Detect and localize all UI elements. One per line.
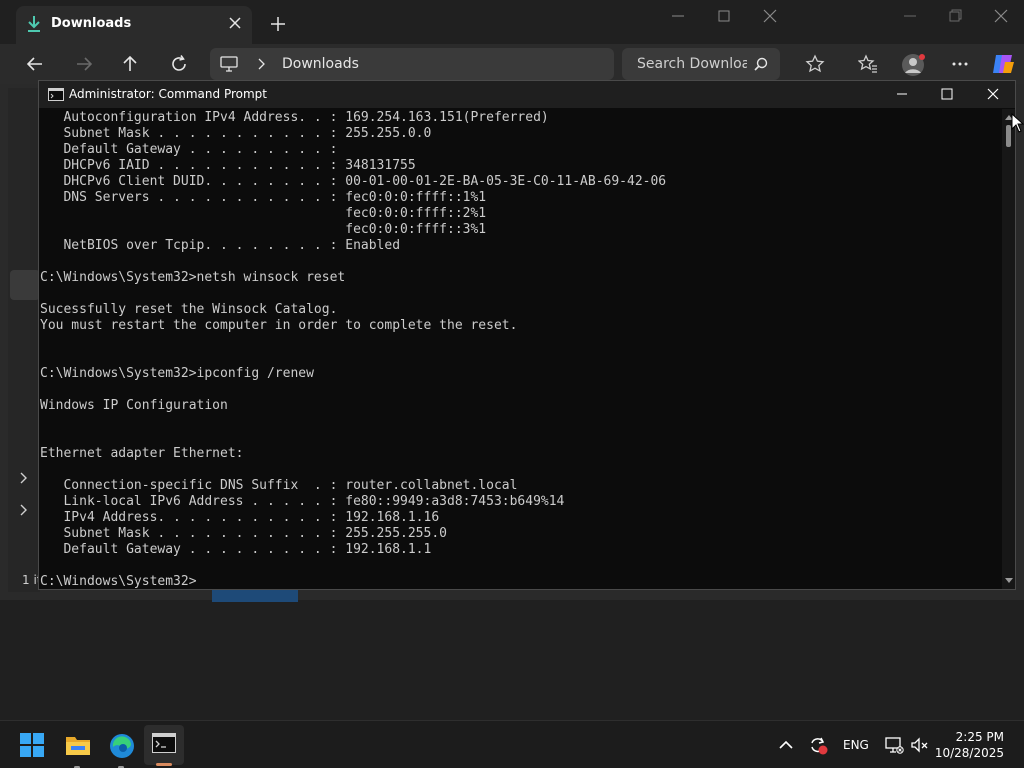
search-input[interactable]: Search Downloads <box>622 48 780 80</box>
desktop-background <box>0 600 1024 720</box>
breadcrumb[interactable]: Downloads <box>282 56 359 72</box>
console-line: DHCPv6 IAID . . . . . . . . . . . : 3481… <box>40 158 416 173</box>
edge-logo-icon <box>110 734 134 758</box>
navigation-pane <box>8 88 40 592</box>
console-line: Default Gateway . . . . . . . . . : <box>40 142 338 157</box>
refresh-icon[interactable] <box>169 54 189 74</box>
console-line: fec0:0:0:ffff::2%1 <box>40 206 487 221</box>
back-arrow-icon[interactable] <box>25 54 45 74</box>
computer-icon <box>220 56 238 72</box>
edge-browser-app[interactable] <box>101 725 141 768</box>
clock-date[interactable]: 10/28/2025 <box>930 746 1004 760</box>
close-icon[interactable] <box>985 86 1001 102</box>
mouse-pointer-icon <box>1011 112 1024 133</box>
console-line: Subnet Mask . . . . . . . . . . . : 255.… <box>40 526 447 541</box>
console-line: C:\Windows\System32>netsh winsock reset <box>40 270 346 285</box>
folder-icon <box>66 737 90 755</box>
command-prompt-app[interactable] <box>144 725 184 766</box>
window-title: Administrator: Command Prompt <box>69 87 267 101</box>
console-line: IPv4 Address. . . . . . . . . . . : 192.… <box>40 510 440 525</box>
close-icon[interactable] <box>226 14 244 32</box>
clock-time[interactable]: 2:25 PM <box>938 730 1004 744</box>
more-options-icon[interactable] <box>950 54 970 74</box>
address-bar[interactable]: Downloads <box>210 48 614 80</box>
console-output[interactable]: Autoconfiguration IPv4 Address. . : 169.… <box>39 109 1001 589</box>
terminal-icon <box>152 733 176 753</box>
console-line: Default Gateway . . . . . . . . . : 192.… <box>40 542 432 557</box>
chevron-right-icon[interactable] <box>18 503 30 517</box>
console-line: C:\Windows\System32>ipconfig /renew <box>40 366 314 381</box>
tab-bar: Downloads <box>0 0 1024 44</box>
chevron-right-icon[interactable] <box>256 57 266 71</box>
input-language[interactable]: ENG <box>843 738 869 752</box>
cmd-app-icon <box>48 88 64 101</box>
search-placeholder: Search Downloads <box>637 56 747 72</box>
sync-alert-icon[interactable] <box>808 735 828 755</box>
console-line: Windows IP Configuration <box>40 398 228 413</box>
console-text: Autoconfiguration IPv4 Address. . : 169.… <box>40 110 666 589</box>
chevron-up-icon[interactable] <box>776 735 796 755</box>
vertical-scrollbar[interactable] <box>1002 109 1015 589</box>
console-line: C:\Windows\System32> <box>40 574 197 589</box>
console-line: Ethernet adapter Ethernet: <box>40 446 244 461</box>
new-tab-button[interactable] <box>268 14 288 34</box>
console-line: fec0:0:0:ffff::3%1 <box>40 222 487 237</box>
maximize-icon[interactable] <box>939 86 955 102</box>
console-line: Link-local IPv6 Address . . . . . : fe80… <box>40 494 565 509</box>
up-arrow-icon[interactable] <box>120 54 140 74</box>
explorer-toolbar: Downloads Search Downloads <box>0 44 1024 84</box>
console-line: DNS Servers . . . . . . . . . . . : fec0… <box>40 190 487 205</box>
console-line: Connection-specific DNS Suffix . : route… <box>40 478 518 493</box>
selected-file-highlight[interactable] <box>212 590 298 602</box>
tab-downloads[interactable]: Downloads <box>16 6 252 44</box>
console-line: DHCPv6 Client DUID. . . . . . . . : 00-0… <box>40 174 667 189</box>
download-icon <box>28 16 40 32</box>
close-icon[interactable] <box>760 8 780 24</box>
minimize-icon[interactable] <box>668 8 688 24</box>
search-icon[interactable] <box>754 57 768 71</box>
scroll-down-arrow-icon[interactable] <box>1004 577 1014 585</box>
start-button[interactable] <box>12 725 52 765</box>
close-icon[interactable] <box>991 8 1011 24</box>
console-line: Autoconfiguration IPv4 Address. . : 169.… <box>40 110 549 125</box>
tab-title: Downloads <box>51 16 132 31</box>
active-indicator <box>156 763 172 766</box>
command-prompt-window[interactable]: Administrator: Command Prompt Autoconfig… <box>38 80 1016 590</box>
minimize-icon[interactable] <box>894 86 910 102</box>
profile-avatar-icon[interactable] <box>901 52 927 78</box>
favorite-star-icon[interactable] <box>805 54 825 74</box>
restore-icon[interactable] <box>945 8 965 24</box>
chevron-right-icon[interactable] <box>18 471 30 485</box>
maximize-icon[interactable] <box>714 8 734 24</box>
console-line: You must restart the computer in order t… <box>40 318 518 333</box>
console-line: Sucessfully reset the Winsock Catalog. <box>40 302 338 317</box>
volume-muted-icon[interactable] <box>909 735 929 755</box>
nav-item-selected[interactable] <box>10 270 40 300</box>
windows-logo-icon <box>20 733 44 757</box>
minimize-icon[interactable] <box>900 8 920 24</box>
console-line: Subnet Mask . . . . . . . . . . . : 255.… <box>40 126 432 141</box>
console-line: NetBIOS over Tcpip. . . . . . . . : Enab… <box>40 238 401 253</box>
file-explorer-app[interactable] <box>57 725 97 768</box>
network-status-icon[interactable] <box>884 735 904 755</box>
cmd-title-bar[interactable]: Administrator: Command Prompt <box>39 81 1015 108</box>
taskbar: ENG 2:25 PM 10/28/2025 <box>0 720 1024 768</box>
copilot-icon[interactable] <box>990 52 1016 76</box>
forward-arrow-icon[interactable] <box>74 54 94 74</box>
favorites-list-icon[interactable] <box>858 54 878 74</box>
